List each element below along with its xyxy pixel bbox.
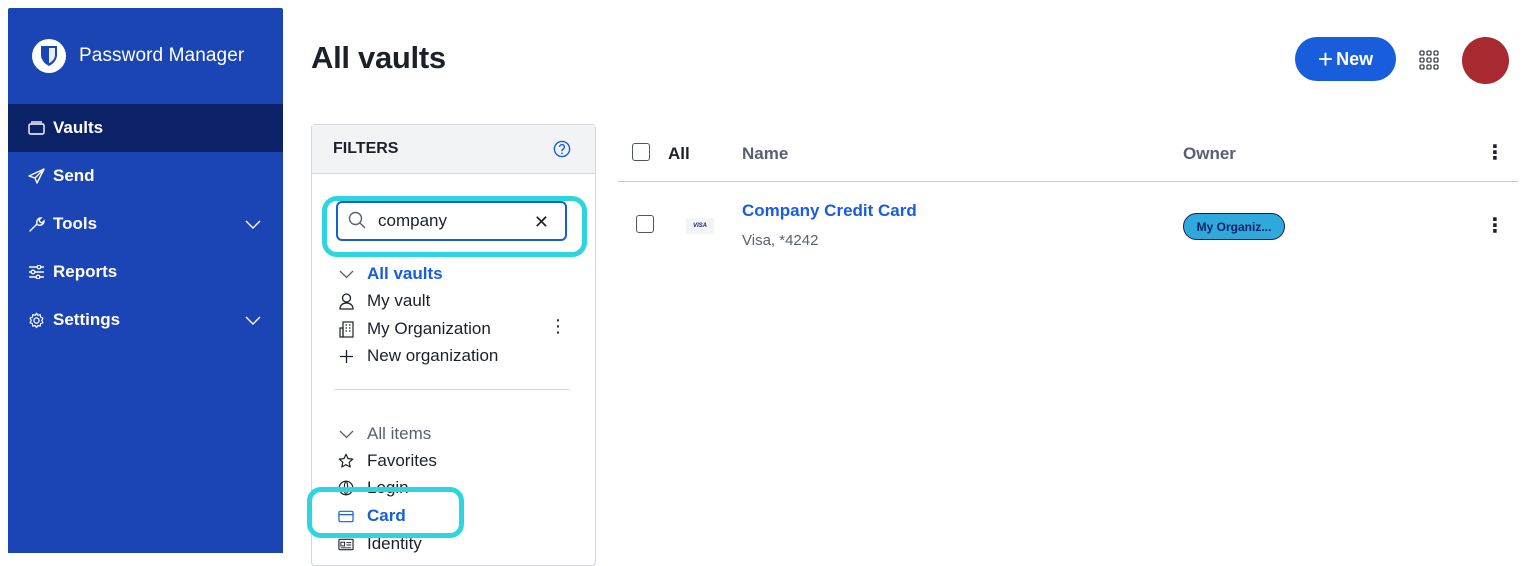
row-checkbox[interactable] [636,215,654,233]
column-header-owner[interactable]: Owner [1183,144,1236,164]
owner-badge: My Organiz... [1183,213,1285,240]
filter-my-organization[interactable]: My Organization [338,317,491,341]
chevron-down-icon[interactable] [245,311,261,331]
item-name-link[interactable]: Company Credit Card [742,201,917,221]
filter-favorites[interactable]: Favorites [338,449,437,473]
filters-header: FILTERS [312,125,595,174]
sidebar-item-reports[interactable]: Reports [8,248,283,296]
avatar[interactable] [1462,37,1509,84]
user-icon [338,292,354,310]
new-button-label: New [1336,48,1374,69]
star-icon [338,453,354,469]
search-icon [348,211,366,234]
item-subtitle: Visa, *4242 [742,232,819,249]
brand-title: Password Manager [79,45,245,66]
wrench-icon [27,215,45,233]
sidebar-item-label: Send [53,166,95,185]
select-all-label: All [668,144,690,163]
sidebar-item-label: Tools [53,214,98,233]
organization-options-icon[interactable]: ⋮ [549,316,567,337]
filter-all-vaults[interactable]: All vaults [338,262,443,286]
filter-my-vault[interactable]: My vault [338,289,430,313]
send-icon [27,167,45,185]
help-icon[interactable] [553,140,571,163]
sidebar-item-tools[interactable]: Tools [8,200,283,248]
filter-label: All vaults [367,264,443,283]
filter-label: New organization [367,346,499,365]
row-options-icon[interactable]: ⋮ [1485,213,1505,238]
filter-label: My vault [367,291,431,310]
shield-logo-icon [32,39,66,73]
sidebar-item-vaults[interactable]: Vaults [8,104,283,152]
plus-icon: + [1317,44,1334,74]
search-input[interactable] [376,210,530,232]
clear-icon[interactable]: ✕ [534,212,549,233]
sidebar: Password Manager Vaults Send Tools Repor… [8,8,283,553]
filter-label: My Organization [367,319,491,338]
sliders-icon [27,263,45,281]
brand[interactable]: Password Manager [8,8,283,104]
column-header-name[interactable]: Name [742,144,788,164]
sidebar-item-label: Reports [53,262,118,281]
bulk-options-icon[interactable]: ⋮ [1485,140,1505,165]
chevron-down-icon[interactable] [245,215,261,235]
sidebar-item-label: Vaults [53,118,104,137]
sidebar-item-settings[interactable]: Settings [8,296,283,344]
gear-icon [27,311,45,329]
filter-new-organization[interactable]: New organization [338,344,498,368]
plus-icon [338,349,354,364]
chevron-down-icon[interactable] [338,270,354,279]
visa-card-icon: VISA [686,218,714,234]
card-highlight [307,487,464,538]
filter-label: All items [367,424,432,443]
building-icon [338,320,354,338]
sidebar-item-send[interactable]: Send [8,152,283,200]
divider [334,389,570,390]
new-button[interactable]: + New [1295,37,1396,81]
filter-label: Favorites [367,451,437,470]
filter-all-items[interactable]: All items [338,422,431,446]
app-switcher-icon[interactable] [1419,50,1439,70]
chevron-down-icon[interactable] [338,430,354,439]
page-title: All vaults [311,40,446,75]
vault-icon [27,119,45,137]
id-card-icon [338,538,354,551]
search-field[interactable]: ✕ [336,201,567,241]
sidebar-item-label: Settings [53,310,121,329]
filters-title: FILTERS [333,140,399,157]
select-all-checkbox[interactable] [632,143,650,161]
